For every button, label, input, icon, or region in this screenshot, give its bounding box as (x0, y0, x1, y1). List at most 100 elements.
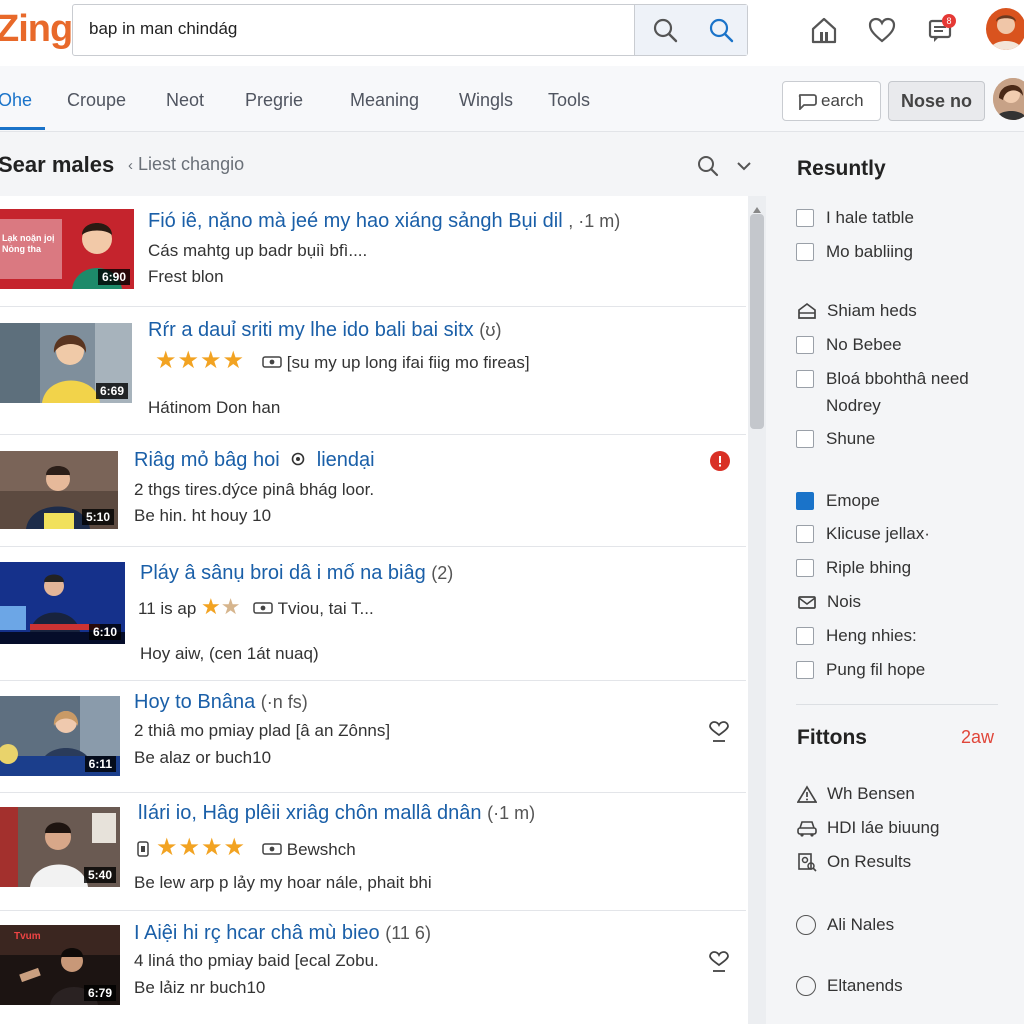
filter-option[interactable]: Pung fil hope (796, 660, 925, 680)
filter-option[interactable]: Riple bhing (796, 558, 911, 578)
list-item[interactable]: 5:40 lIári io, Hâg plêii xriâg chôn mall… (0, 793, 746, 911)
item-title-text: Rŕr a dauỉ sriti my lhe ido bali bai sit… (148, 319, 474, 341)
filter-option[interactable]: Shune (796, 429, 875, 449)
target-icon (291, 449, 305, 472)
tab-neot[interactable]: Neot (166, 90, 204, 111)
radio-button[interactable] (796, 976, 816, 996)
checkbox[interactable] (796, 661, 814, 679)
heart-icon[interactable] (864, 12, 900, 48)
item-title[interactable]: Fió iê, nặno mà jeé my hao xiáng sảngh B… (148, 210, 620, 233)
item-title[interactable]: Rŕr a dauỉ sriti my lhe ido bali bai sit… (148, 319, 501, 342)
video-duration: 6:11 (84, 756, 116, 772)
filter-option[interactable]: Heng nhies: (796, 626, 917, 646)
tab-ohe[interactable]: Ohe (0, 90, 32, 111)
item-description: 4 liná tho pmiay baid [ecal Zobu. (134, 951, 379, 970)
item-title[interactable]: Hoy to Bnâna (·n fs) (134, 691, 308, 714)
list-item[interactable]: 5:10 Riâg mỏ bâg hoi liendại 2 thgs tire… (0, 435, 746, 547)
zing-logo[interactable]: Zing (0, 8, 73, 51)
chevron-down-icon[interactable] (736, 158, 752, 179)
item-title[interactable]: Pláy â sânụ broi dâ i mố na biâg (2) (140, 562, 453, 585)
list-item[interactable]: 6:69 Rŕr a dauỉ sriti my lhe ido bali ba… (0, 307, 746, 435)
filter-option[interactable]: Wh Bensen (796, 784, 915, 804)
list-item[interactable]: 6:10 Pláy â sânụ broi dâ i mố na biâg (2… (0, 547, 746, 681)
item-title[interactable]: I Aiệi hi rç hcar châ mù bieo (11 6) (134, 922, 431, 945)
list-item[interactable]: Tvum 6:79 I Aiệi hi rç hcar châ mù bieo … (0, 911, 746, 1024)
tab-wingls[interactable]: Wingls (459, 90, 513, 111)
checkbox[interactable] (796, 430, 814, 448)
video-thumbnail[interactable]: Tvum 6:79 (0, 925, 120, 1005)
results-search-icon[interactable] (697, 155, 719, 182)
filter-option-label: On Results (827, 852, 912, 871)
user-avatar[interactable] (986, 8, 1024, 50)
filter-option-label: Heng nhies: (826, 626, 917, 645)
item-meta: Frest blon (148, 267, 224, 286)
tab-meaning[interactable]: Meaning (350, 90, 419, 111)
tab-croupe[interactable]: Croupe (67, 90, 126, 111)
item-title[interactable]: lIári io, Hâg plêii xriâg chôn mallâ dnâ… (138, 802, 535, 825)
filter-option[interactable]: I hale tatble (796, 208, 914, 228)
video-thumbnail[interactable]: 6:11 (0, 696, 120, 776)
item-title-text: Fió iê, nặno mà jeé my hao xiáng sảngh B… (148, 210, 563, 232)
list-item[interactable]: Lạk noặn joị Nỏng tha 6:90 Fió iê, nặno … (0, 196, 746, 307)
item-description: Cás mahtg up badr bụiì bfì.... (148, 241, 368, 260)
filter-option[interactable]: HDI láe biuung (796, 818, 939, 838)
notifications-icon[interactable]: 8 (922, 12, 958, 48)
checkbox[interactable] (796, 336, 814, 354)
checkbox[interactable] (796, 370, 814, 388)
item-meta: 11 is ap ★★ Tviou, tai T... (138, 594, 374, 620)
heart-outline-icon[interactable] (708, 721, 730, 750)
top-header: Zing 8 (0, 0, 1024, 66)
item-meta-text: Bewshch (286, 840, 356, 859)
list-item[interactable]: 6:11 Hoy to Bnâna (·n fs) 2 thiâ mo pmia… (0, 681, 746, 793)
radio-button[interactable] (796, 915, 816, 935)
video-thumbnail[interactable]: 5:10 (0, 451, 118, 529)
filter-option[interactable]: Klicuse jellax· (796, 524, 930, 544)
video-icon (136, 840, 150, 863)
filter-option[interactable]: Shiam heds (796, 301, 917, 321)
filter-option[interactable]: No Bebee (796, 335, 902, 355)
checkbox[interactable] (796, 209, 814, 227)
item-title-suffix: (·n fs) (260, 692, 308, 712)
search-submit-icon[interactable] (693, 5, 749, 55)
panel-divider (796, 704, 998, 705)
checkbox[interactable] (796, 525, 814, 543)
video-thumbnail[interactable]: 6:10 (0, 562, 125, 644)
chevron-left-icon: ‹ (128, 157, 133, 174)
video-duration: 5:40 (83, 867, 116, 883)
item-title[interactable]: Riâg mỏ bâg hoi liendại (134, 449, 375, 472)
tab-tools[interactable]: Tools (548, 90, 590, 111)
checkbox[interactable] (796, 559, 814, 577)
person-search-icon (796, 852, 818, 872)
secondary-avatar[interactable] (993, 78, 1024, 120)
home-icon[interactable] (806, 12, 842, 48)
filter-option-label: Eltanends (827, 976, 903, 995)
item-title-text: I Aiệi hi rç hcar châ mù bieo (134, 922, 380, 944)
filter-option[interactable]: Bloá bbohthâ need Nodrey (796, 365, 986, 419)
see-all-link[interactable]: 2aw (961, 727, 994, 748)
checkbox-checked[interactable] (796, 492, 814, 510)
filter-option[interactable]: Emope (796, 491, 880, 511)
video-thumbnail[interactable]: Lạk noặn joị Nỏng tha 6:90 (0, 209, 134, 289)
scrollbar-thumb[interactable] (750, 214, 764, 429)
video-thumbnail[interactable]: 6:69 (0, 323, 132, 403)
checkbox[interactable] (796, 627, 814, 645)
heart-outline-icon[interactable] (708, 951, 730, 980)
search-filter-button[interactable]: earch (782, 81, 881, 121)
search-icon[interactable] (637, 5, 693, 55)
filter-option[interactable]: Mo babliing (796, 242, 913, 262)
results-scrollbar[interactable] (748, 196, 766, 1024)
video-thumbnail[interactable]: 5:40 (0, 807, 120, 887)
checkbox[interactable] (796, 243, 814, 261)
search-input[interactable] (89, 19, 629, 39)
mail-icon (796, 592, 818, 612)
filter-option[interactable]: Nois (796, 592, 861, 612)
tab-pregrie[interactable]: Pregrie (245, 90, 303, 111)
filter-option-label: Emope (826, 491, 880, 510)
car-icon (796, 818, 818, 838)
primary-action-button[interactable]: Nose no (888, 81, 985, 121)
filter-option[interactable]: On Results (796, 852, 911, 872)
video-icon (253, 600, 273, 620)
filter-option[interactable]: Eltanends (796, 976, 903, 996)
filter-option[interactable]: Ali Nales (796, 915, 894, 935)
results-crumb[interactable]: ‹ Liest changio (128, 154, 244, 175)
